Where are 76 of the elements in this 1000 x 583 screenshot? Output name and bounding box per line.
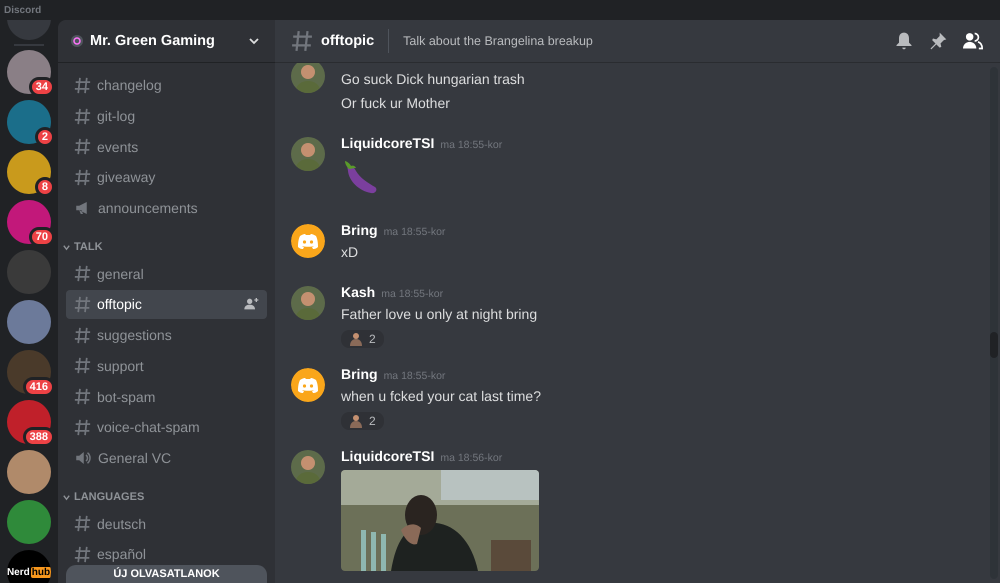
bot-avatar-icon bbox=[291, 368, 325, 402]
pin-icon[interactable] bbox=[928, 31, 948, 51]
channel-item[interactable]: giveaway bbox=[66, 163, 267, 192]
hash-icon bbox=[291, 30, 313, 52]
server-boost-icon bbox=[70, 34, 84, 48]
unread-badge: 34 bbox=[28, 77, 55, 97]
hash-icon bbox=[74, 326, 91, 344]
channel-title: offtopic bbox=[321, 33, 374, 49]
channel-topic: Talk about the Brangelina breakup bbox=[403, 34, 594, 48]
channel-item[interactable]: General VC bbox=[66, 444, 267, 472]
channel-item[interactable]: support bbox=[66, 352, 267, 380]
server-icon[interactable]: Nerd hub bbox=[7, 550, 51, 583]
unread-badge: 8 bbox=[34, 177, 55, 197]
channel-item[interactable]: git-log bbox=[66, 102, 267, 130]
channel-item[interactable]: general bbox=[66, 259, 267, 288]
new-unreads-button[interactable]: ÚJ OLVASATLANOK bbox=[66, 565, 267, 583]
hash-icon bbox=[74, 76, 91, 94]
channel-item[interactable]: changelog bbox=[66, 71, 267, 100]
unread-badge: 388 bbox=[22, 427, 55, 447]
hash-icon bbox=[74, 265, 91, 282]
reaction-chip[interactable]: 2 bbox=[341, 412, 384, 430]
channel-item[interactable]: events bbox=[66, 132, 267, 162]
avatar-figure bbox=[291, 137, 325, 171]
hash-icon bbox=[74, 388, 91, 406]
bot-avatar-icon bbox=[291, 224, 325, 258]
hash-icon bbox=[74, 515, 91, 532]
channel-item[interactable]: deutsch bbox=[66, 509, 267, 538]
message-text: xD bbox=[341, 243, 360, 262]
unread-badge: 70 bbox=[28, 227, 55, 247]
channel-item[interactable]: voice-chat-spam bbox=[66, 412, 267, 442]
chevron-icon bbox=[62, 492, 71, 502]
channel-item[interactable]: bot-spam bbox=[66, 382, 267, 411]
message-time: ma 18:55-kor bbox=[381, 288, 444, 300]
message-time: ma 18:55-kor bbox=[384, 226, 446, 238]
message-author[interactable]: Bring bbox=[341, 222, 378, 238]
add-member-icon[interactable] bbox=[243, 296, 259, 312]
message-time: ma 18:55-kor bbox=[440, 139, 502, 151]
server-name[interactable]: Mr. Green Gaming bbox=[90, 33, 241, 49]
message-text: when u fcked your cat last time? bbox=[341, 387, 541, 406]
category-header[interactable]: TALK bbox=[62, 237, 267, 258]
hash-icon bbox=[74, 108, 91, 125]
app-title: Discord bbox=[4, 4, 42, 16]
message-author[interactable]: Kash bbox=[341, 284, 376, 300]
message-text: Go suck Dick hungarian trash bbox=[341, 70, 525, 89]
members-icon[interactable] bbox=[962, 31, 984, 51]
hash-icon bbox=[74, 138, 91, 156]
message-author[interactable]: LiquidcoreTSI bbox=[341, 448, 434, 464]
avatar-figure bbox=[291, 286, 325, 320]
channel-item[interactable]: offtopic bbox=[66, 290, 267, 319]
hash-icon bbox=[74, 546, 91, 563]
category-header[interactable]: LANGUAGES bbox=[62, 487, 267, 508]
reaction-figure-icon bbox=[349, 414, 363, 428]
unread-badge: 2 bbox=[34, 127, 55, 147]
channel-item[interactable]: announcements bbox=[66, 194, 267, 222]
message-author[interactable]: Bring bbox=[341, 366, 378, 382]
server-icon[interactable] bbox=[7, 150, 51, 194]
bell-icon[interactable] bbox=[894, 31, 914, 51]
hash-icon bbox=[74, 357, 91, 374]
hash-icon bbox=[74, 168, 91, 186]
server-label-tag: hub bbox=[30, 566, 51, 578]
reaction-figure-icon bbox=[349, 332, 363, 346]
channel-item[interactable]: suggestions bbox=[66, 320, 267, 350]
chevron-icon bbox=[62, 242, 71, 252]
reaction-chip[interactable]: 2 bbox=[341, 330, 384, 348]
server-label: Nerd bbox=[7, 566, 30, 578]
message-time: ma 18:55-kor bbox=[384, 370, 446, 382]
avatar-figure bbox=[291, 63, 325, 93]
message-text: Or fuck ur Mother bbox=[341, 94, 451, 113]
hash-icon bbox=[74, 418, 91, 436]
unread-badge: 416 bbox=[22, 377, 55, 397]
message-author[interactable]: LiquidcoreTSI bbox=[341, 135, 434, 151]
avatar-figure bbox=[291, 450, 325, 484]
scrollbar[interactable] bbox=[990, 67, 998, 579]
message-time: ma 18:56-kor bbox=[440, 452, 502, 464]
message-text: Father love u only at night bring bbox=[341, 305, 538, 324]
hash-icon bbox=[74, 296, 91, 313]
